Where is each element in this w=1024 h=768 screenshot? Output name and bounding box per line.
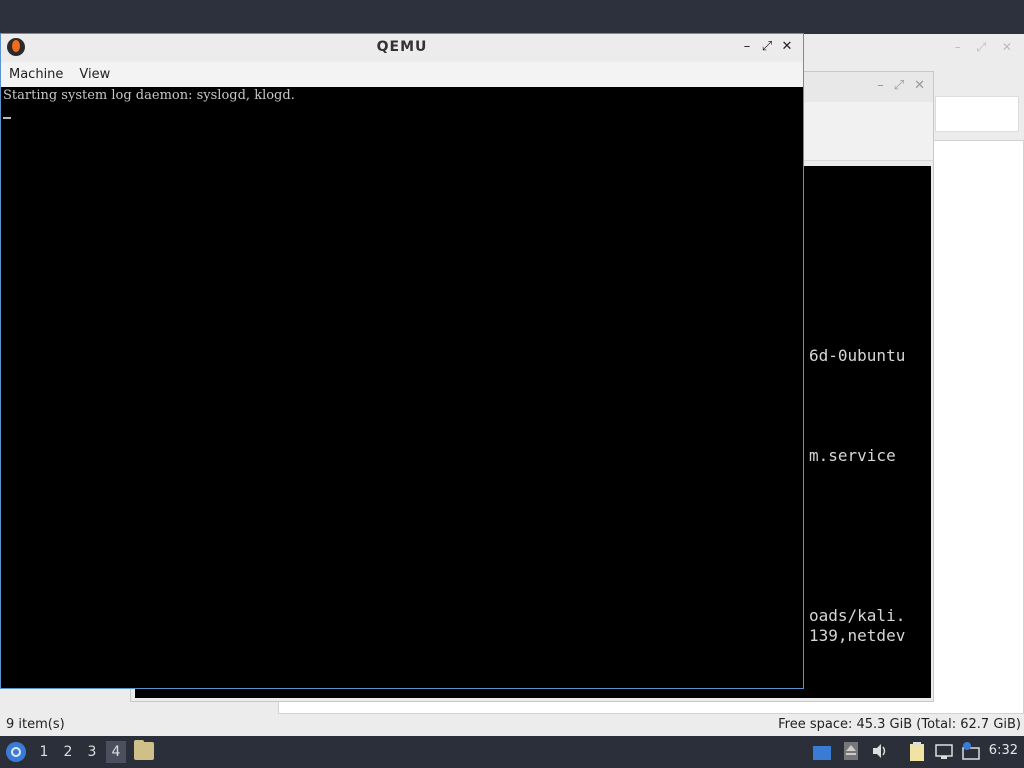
update-icon[interactable] [961,742,980,760]
qemu-titlebar[interactable]: QEMU – ⤢ ✕ [1,34,803,62]
file-manager-controls[interactable]: – ⤢ ✕ [955,40,1018,55]
terminal-line: 6d-0ubuntu [809,346,906,365]
window-title: QEMU [376,39,428,55]
qemu-window[interactable]: QEMU – ⤢ ✕ Machine View Starting system log… [0,33,804,689]
volume-icon[interactable] [871,742,889,760]
close-button[interactable]: ✕ [777,39,797,54]
menu-view[interactable]: View [71,62,118,82]
text-cursor [3,117,11,119]
terminal-controls[interactable]: – ⤢ ✕ [867,78,925,93]
window-controls: – ⤢ ✕ [737,39,797,54]
workspace-4[interactable]: 4 [106,741,126,763]
eject-icon[interactable] [844,742,862,760]
menu-machine[interactable]: Machine [1,62,71,82]
terminal-line: 139,netdev [809,626,906,645]
desktop-background [0,0,1024,34]
desktop-icon[interactable] [813,746,831,760]
free-space: Free space: 45.3 GiB (Total: 62.7 GiB) [778,717,1021,732]
file-manager-statusbar: 9 item(s) Free space: 45.3 GiB (Total: 6… [0,714,1024,736]
start-menu-icon[interactable] [6,742,26,762]
workspace-1[interactable]: 1 [34,741,54,763]
item-count: 9 item(s) [6,717,65,732]
taskbar: 1 2 3 4 6:32 [0,736,1024,768]
console-output: Starting system log daemon: syslogd, klo… [3,88,295,103]
workspace-2[interactable]: 2 [58,741,78,763]
terminal-line: oads/kali. [809,606,906,625]
workspace-3[interactable]: 3 [82,741,102,763]
clock[interactable]: 6:32 [989,743,1018,758]
maximize-button[interactable]: ⤢ [757,39,777,54]
clipboard-icon[interactable] [908,742,926,761]
file-manager-location-bar[interactable] [935,96,1019,132]
minimize-button[interactable]: – [737,39,757,54]
vm-display[interactable]: Starting system log daemon: syslogd, klo… [1,87,803,688]
file-manager-icon[interactable] [134,740,154,760]
terminal-line: m.service [809,446,896,465]
network-icon[interactable] [935,742,953,760]
menu-bar: Machine View [1,62,803,88]
